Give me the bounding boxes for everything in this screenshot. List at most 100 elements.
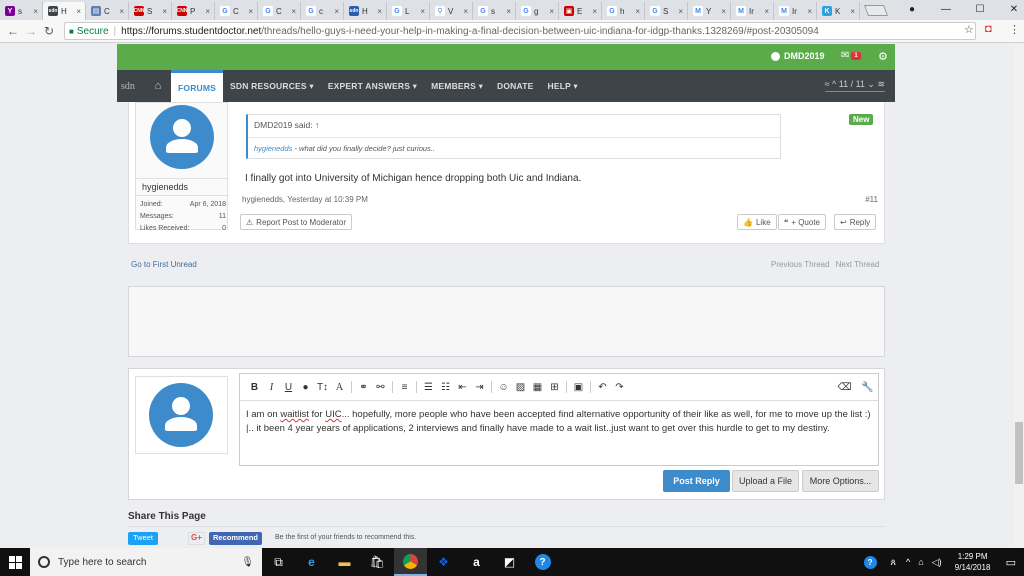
google-plus-button[interactable]: G+ [188,532,205,545]
more-options-button[interactable]: More Options... [802,470,879,492]
quote-header[interactable]: DMD2019 said: ↑ [248,115,780,138]
tab-close-icon[interactable]: × [463,7,468,16]
tweet-button[interactable]: Tweet [128,532,159,545]
browser-tab[interactable]: G C × [258,2,301,20]
browser-tab[interactable]: K K × [817,2,860,20]
browser-tab[interactable]: sdn H × [344,2,387,20]
undo-icon[interactable]: ↶ [594,382,611,393]
tab-close-icon[interactable]: × [549,7,554,16]
browser-tab[interactable]: Ys × [0,2,43,20]
image-icon[interactable]: ▨ [512,382,529,393]
nav-expert-answers[interactable]: EXPERT ANSWERS ▾ [321,70,424,102]
new-tab-button[interactable] [863,5,889,16]
browser-tab[interactable]: ▤ C × [86,2,129,20]
nav-sdn-resources[interactable]: SDN RESOURCES ▾ [223,70,321,102]
outdent-icon[interactable]: ⇤ [454,382,471,393]
browser-tab[interactable]: CNN S × [129,2,172,20]
tab-close-icon[interactable]: × [76,7,81,16]
like-button[interactable]: 👍 Like [737,214,777,230]
previous-thread-link[interactable]: Previous Thread [771,260,830,269]
underline-button[interactable]: U [280,382,297,393]
nav-help[interactable]: HELP ▾ [541,70,585,102]
clock[interactable]: 1:29 PM 9/14/2018 [946,551,1000,573]
nav-donate[interactable]: DONATE [490,70,540,102]
help-icon[interactable]: ? [526,548,559,576]
quoted-user-link[interactable]: hygienedds [254,144,292,153]
reply-button[interactable]: ↩ Reply [834,214,877,230]
tab-close-icon[interactable]: × [420,7,425,16]
forward-icon[interactable]: → [22,24,40,38]
tab-close-icon[interactable]: × [33,7,38,16]
tab-close-icon[interactable]: × [635,7,640,16]
chrome-menu-icon[interactable]: ⋮ [1009,23,1020,36]
browser-tab[interactable]: G S × [645,2,688,20]
url-field[interactable]: ■ Secure | https://forums.studentdoctor.… [64,22,976,40]
account-link[interactable]: DMD2019 [771,51,825,61]
media-icon[interactable]: ▦ [529,382,546,393]
link-icon[interactable]: ⚭ [355,382,372,393]
reload-icon[interactable]: ↻ [40,24,58,38]
tab-close-icon[interactable]: × [506,7,511,16]
tab-close-icon[interactable]: × [119,7,124,16]
store-icon[interactable]: 🛍 [361,548,394,576]
align-icon[interactable]: ≡ [396,382,413,393]
tab-close-icon[interactable]: × [162,7,167,16]
people-icon[interactable]: ጰ [891,557,896,568]
profile-icon[interactable]: ● [895,2,929,16]
scroll-thumb[interactable] [1015,422,1023,484]
volume-icon[interactable]: ◁) [932,557,942,568]
maximize-button[interactable]: ☐ [963,2,997,16]
upload-file-button[interactable]: Upload a File [732,470,799,492]
browser-tab[interactable]: CNN P × [172,2,215,20]
next-thread-link[interactable]: Next Thread [836,260,880,269]
tab-close-icon[interactable]: × [764,7,769,16]
facebook-recommend-button[interactable]: Recommend [209,532,263,545]
post-meta[interactable]: hygienedds, Yesterday at 10:39 PM [242,195,368,204]
report-button[interactable]: ⚠ Report Post to Moderator [240,214,352,230]
browser-tab[interactable]: Gg × [516,2,559,20]
home-icon[interactable]: ⌂ [145,80,171,92]
browser-tab[interactable]: Gh × [602,2,645,20]
browser-tab[interactable]: G C × [215,2,258,20]
browser-tab[interactable]: M Ir × [774,2,817,20]
task-view-icon[interactable]: ⧉ [262,548,295,576]
unlink-icon[interactable]: ⚯ [372,382,389,393]
file-explorer-icon[interactable]: ▬ [328,548,361,576]
tab-close-icon[interactable]: × [721,7,726,16]
help-tray-icon[interactable]: ? [863,555,877,569]
dropbox-icon[interactable]: ❖ [427,548,460,576]
sticky-notes-icon[interactable]: ◩ [493,548,526,576]
sdn-logo[interactable]: sdn [121,81,145,92]
browser-tab[interactable]: ⚲ V × [430,2,473,20]
first-unread-link[interactable]: Go to First Unread [131,260,197,269]
indent-icon[interactable]: ⇥ [471,382,488,393]
notifications-icon[interactable]: ▭ [1006,556,1016,569]
eraser-icon[interactable]: ⌫ [836,382,853,393]
bookmark-star-icon[interactable]: ☆ [964,23,974,36]
back-icon[interactable]: ← [4,24,22,38]
bullet-list-icon[interactable]: ☰ [420,382,437,393]
amazon-icon[interactable]: a [460,548,493,576]
browser-tab[interactable]: Gc × [301,2,344,20]
tab-close-icon[interactable]: × [377,7,382,16]
edge-icon[interactable]: e [295,548,328,576]
smilie-icon[interactable]: ☺ [495,382,512,393]
nav-forums[interactable]: FORUMS [171,70,224,102]
nav-members[interactable]: MEMBERS ▾ [424,70,490,102]
tab-close-icon[interactable]: × [248,7,253,16]
italic-button[interactable]: I [263,382,280,393]
page-scrollbar[interactable] [1014,44,1024,548]
browser-tab[interactable]: ▣ E × [559,2,602,20]
taskbar-search[interactable]: Type here to search 🎙 [30,548,262,576]
browser-tab[interactable]: Gs × [473,2,516,20]
tab-close-icon[interactable]: × [592,7,597,16]
network-icon[interactable]: ⌂ [918,557,923,567]
insert-icon[interactable]: ⊞ [546,382,563,393]
avatar[interactable] [150,105,214,169]
font-size-icon[interactable]: T↕ [314,382,331,393]
avatar[interactable] [149,383,213,447]
start-button[interactable] [0,555,30,569]
color-icon[interactable]: ● [297,382,314,393]
tab-close-icon[interactable]: × [291,7,296,16]
post-author-name[interactable]: hygienedds [136,178,229,196]
